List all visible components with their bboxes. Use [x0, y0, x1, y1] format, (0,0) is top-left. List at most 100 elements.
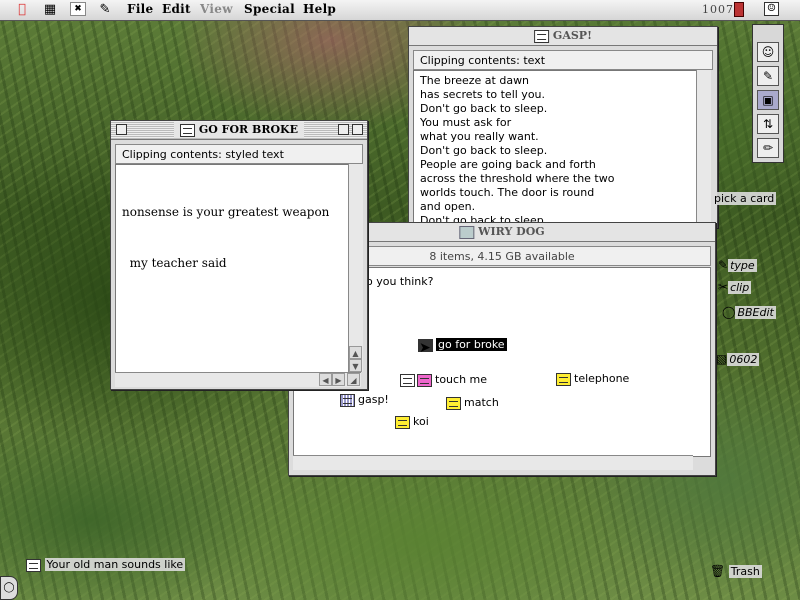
item-go-for-broke[interactable]: go for broke: [418, 338, 507, 352]
gasp-line: Don't go back to sleep.: [420, 102, 548, 115]
item-label: telephone: [574, 372, 630, 385]
desktop-item-your-old-man[interactable]: Your old man sounds like: [26, 558, 186, 572]
clipping-icon: [417, 373, 432, 387]
control-strip-icon[interactable]: ✎: [97, 2, 113, 17]
gasp-line: Don't go back to sleep.: [420, 144, 548, 157]
clipping-icon: [400, 373, 415, 387]
item-touch-me[interactable]: touch me: [400, 373, 487, 387]
gasp-vertical-scrollbar[interactable]: [696, 70, 711, 227]
zoom-box-icon[interactable]: [338, 124, 349, 135]
gasp-title: GASP!: [552, 29, 592, 42]
wiry-dog-title: WIRY DOG: [478, 225, 545, 238]
desktop-item-type[interactable]: ✎ type: [718, 258, 757, 272]
desktop-item-label: clip: [728, 281, 752, 294]
finder-icon[interactable]: ☺: [757, 42, 779, 62]
partial-item-label: o you think?: [366, 275, 434, 288]
menubar-clock[interactable]: 1007: [702, 3, 734, 16]
item-label: match: [464, 396, 499, 409]
desktop-item-0602[interactable]: ▧ 0602: [716, 352, 760, 366]
go-for-broke-horizontal-scrollbar[interactable]: ◀ ▶ ◢: [115, 372, 361, 387]
clipping-icon: [340, 393, 355, 407]
desktop-item-trash[interactable]: 🗑 Trash: [710, 564, 762, 578]
scroll-right-arrow-icon[interactable]: ▶: [332, 373, 345, 386]
go-for-broke-header: Clipping contents: styled text: [115, 144, 363, 164]
desktop-item-label: pick a card: [712, 192, 777, 205]
menu-bar:  ▦ ✖ ✎ File Edit View Special Help 1007…: [0, 0, 800, 21]
scroll-up-arrow-icon[interactable]: ▲: [349, 346, 362, 359]
styled-line: my teacher said: [122, 256, 227, 270]
application-icon: ◯: [722, 305, 736, 319]
battery-icon[interactable]: [734, 2, 744, 17]
clipping-icon: [395, 415, 410, 429]
item-koi[interactable]: koi: [395, 415, 429, 429]
application-tab-icon[interactable]: ◯: [0, 576, 18, 600]
go-for-broke-title-wrap: GO FOR BROKE: [174, 122, 304, 138]
go-for-broke-text-area[interactable]: nonsense is your greatest weapon my teac…: [115, 164, 349, 374]
go-for-broke-vertical-scrollbar[interactable]: ▲ ▼: [348, 164, 363, 372]
styled-line: [122, 306, 342, 323]
finder-app-icon[interactable]: ☺: [764, 2, 779, 16]
gasp-text-area[interactable]: The breeze at dawn has secrets to tell y…: [413, 70, 697, 229]
item-label: touch me: [435, 373, 488, 386]
desktop-item-label: 0602: [727, 353, 760, 366]
gasp-line: worlds touch. The door is round: [420, 186, 595, 199]
swap-icon[interactable]: ⇅: [757, 114, 779, 134]
clipping-icon: [180, 123, 196, 137]
menu-special[interactable]: Special: [244, 2, 295, 16]
desktop-item-label: Your old man sounds like: [44, 558, 186, 571]
desktop-item-bbedit[interactable]: ◯ BBEdit: [722, 305, 776, 319]
close-box-icon[interactable]: [116, 124, 127, 135]
item-label: go for broke: [436, 338, 507, 351]
size-box-icon[interactable]: ◢: [347, 373, 360, 386]
gasp-line: and open.: [420, 200, 476, 213]
gasp-line: has secrets to tell you.: [420, 88, 546, 101]
desktop-item-label: BBEdit: [735, 306, 776, 319]
desktop-item-clip[interactable]: ✂ clip: [718, 280, 752, 294]
application-switcher-icon[interactable]: ✖: [70, 2, 86, 16]
gasp-window: GASP! Clipping contents: text The breeze…: [408, 26, 718, 229]
trash-icon: 🗑: [710, 564, 726, 578]
clipping-icon: [534, 29, 550, 43]
wiry-dog-title-wrap: WIRY DOG: [453, 224, 551, 240]
menu-help[interactable]: Help: [303, 2, 336, 16]
folder-icon: [459, 225, 475, 239]
alias-icon: ✎: [718, 258, 729, 272]
paint-icon[interactable]: ✎: [757, 66, 779, 86]
launcher-palette: ☺ ✎ ▣ ⇅ ✏: [752, 24, 784, 163]
clipping-icon: [556, 372, 571, 386]
menu-view[interactable]: View: [200, 2, 233, 16]
desktop-item-pick-a-card[interactable]: pick a card: [712, 192, 777, 205]
desktop-item-label: type: [728, 259, 757, 272]
item-label: gasp!: [358, 393, 389, 406]
disk-icon: ▧: [716, 352, 728, 366]
wiry-dog-partial-item[interactable]: o you think?: [366, 275, 433, 288]
clipping-icon: [446, 396, 461, 410]
alias-icon: ✂: [718, 280, 729, 294]
go-for-broke-titlebar[interactable]: GO FOR BROKE: [111, 121, 367, 140]
collapse-box-icon[interactable]: [352, 124, 363, 135]
gasp-titlebar[interactable]: GASP!: [409, 27, 717, 46]
item-match[interactable]: match: [446, 396, 499, 410]
gasp-title-wrap: GASP!: [528, 28, 598, 44]
item-telephone[interactable]: telephone: [556, 372, 629, 386]
scroll-left-arrow-icon[interactable]: ◀: [319, 373, 332, 386]
pencil-icon[interactable]: ✏: [757, 138, 779, 158]
gasp-line: across the threshold where the two: [420, 172, 615, 185]
go-for-broke-title: GO FOR BROKE: [198, 123, 298, 136]
scroll-down-arrow-icon[interactable]: ▼: [349, 359, 362, 372]
styled-line: nonsense is your greatest weapon: [122, 205, 330, 219]
apple-menu-icon[interactable]: : [14, 2, 30, 17]
mac-icon[interactable]: ▣: [757, 90, 779, 110]
menu-file[interactable]: File: [127, 2, 153, 16]
extension-icon[interactable]: ▦: [42, 2, 58, 17]
gasp-line: You must ask for: [420, 116, 512, 129]
clipping-icon: [26, 558, 41, 572]
desktop-item-label: Trash: [728, 565, 762, 578]
item-label: koi: [413, 415, 429, 428]
gasp-line: The breeze at dawn: [420, 74, 530, 87]
item-gasp[interactable]: gasp!: [340, 393, 389, 407]
menu-edit[interactable]: Edit: [162, 2, 191, 16]
wiry-dog-horizontal-scrollbar[interactable]: [293, 455, 693, 470]
go-for-broke-window: GO FOR BROKE Clipping contents: styled t…: [110, 120, 368, 390]
gasp-line: what you really want.: [420, 130, 539, 143]
